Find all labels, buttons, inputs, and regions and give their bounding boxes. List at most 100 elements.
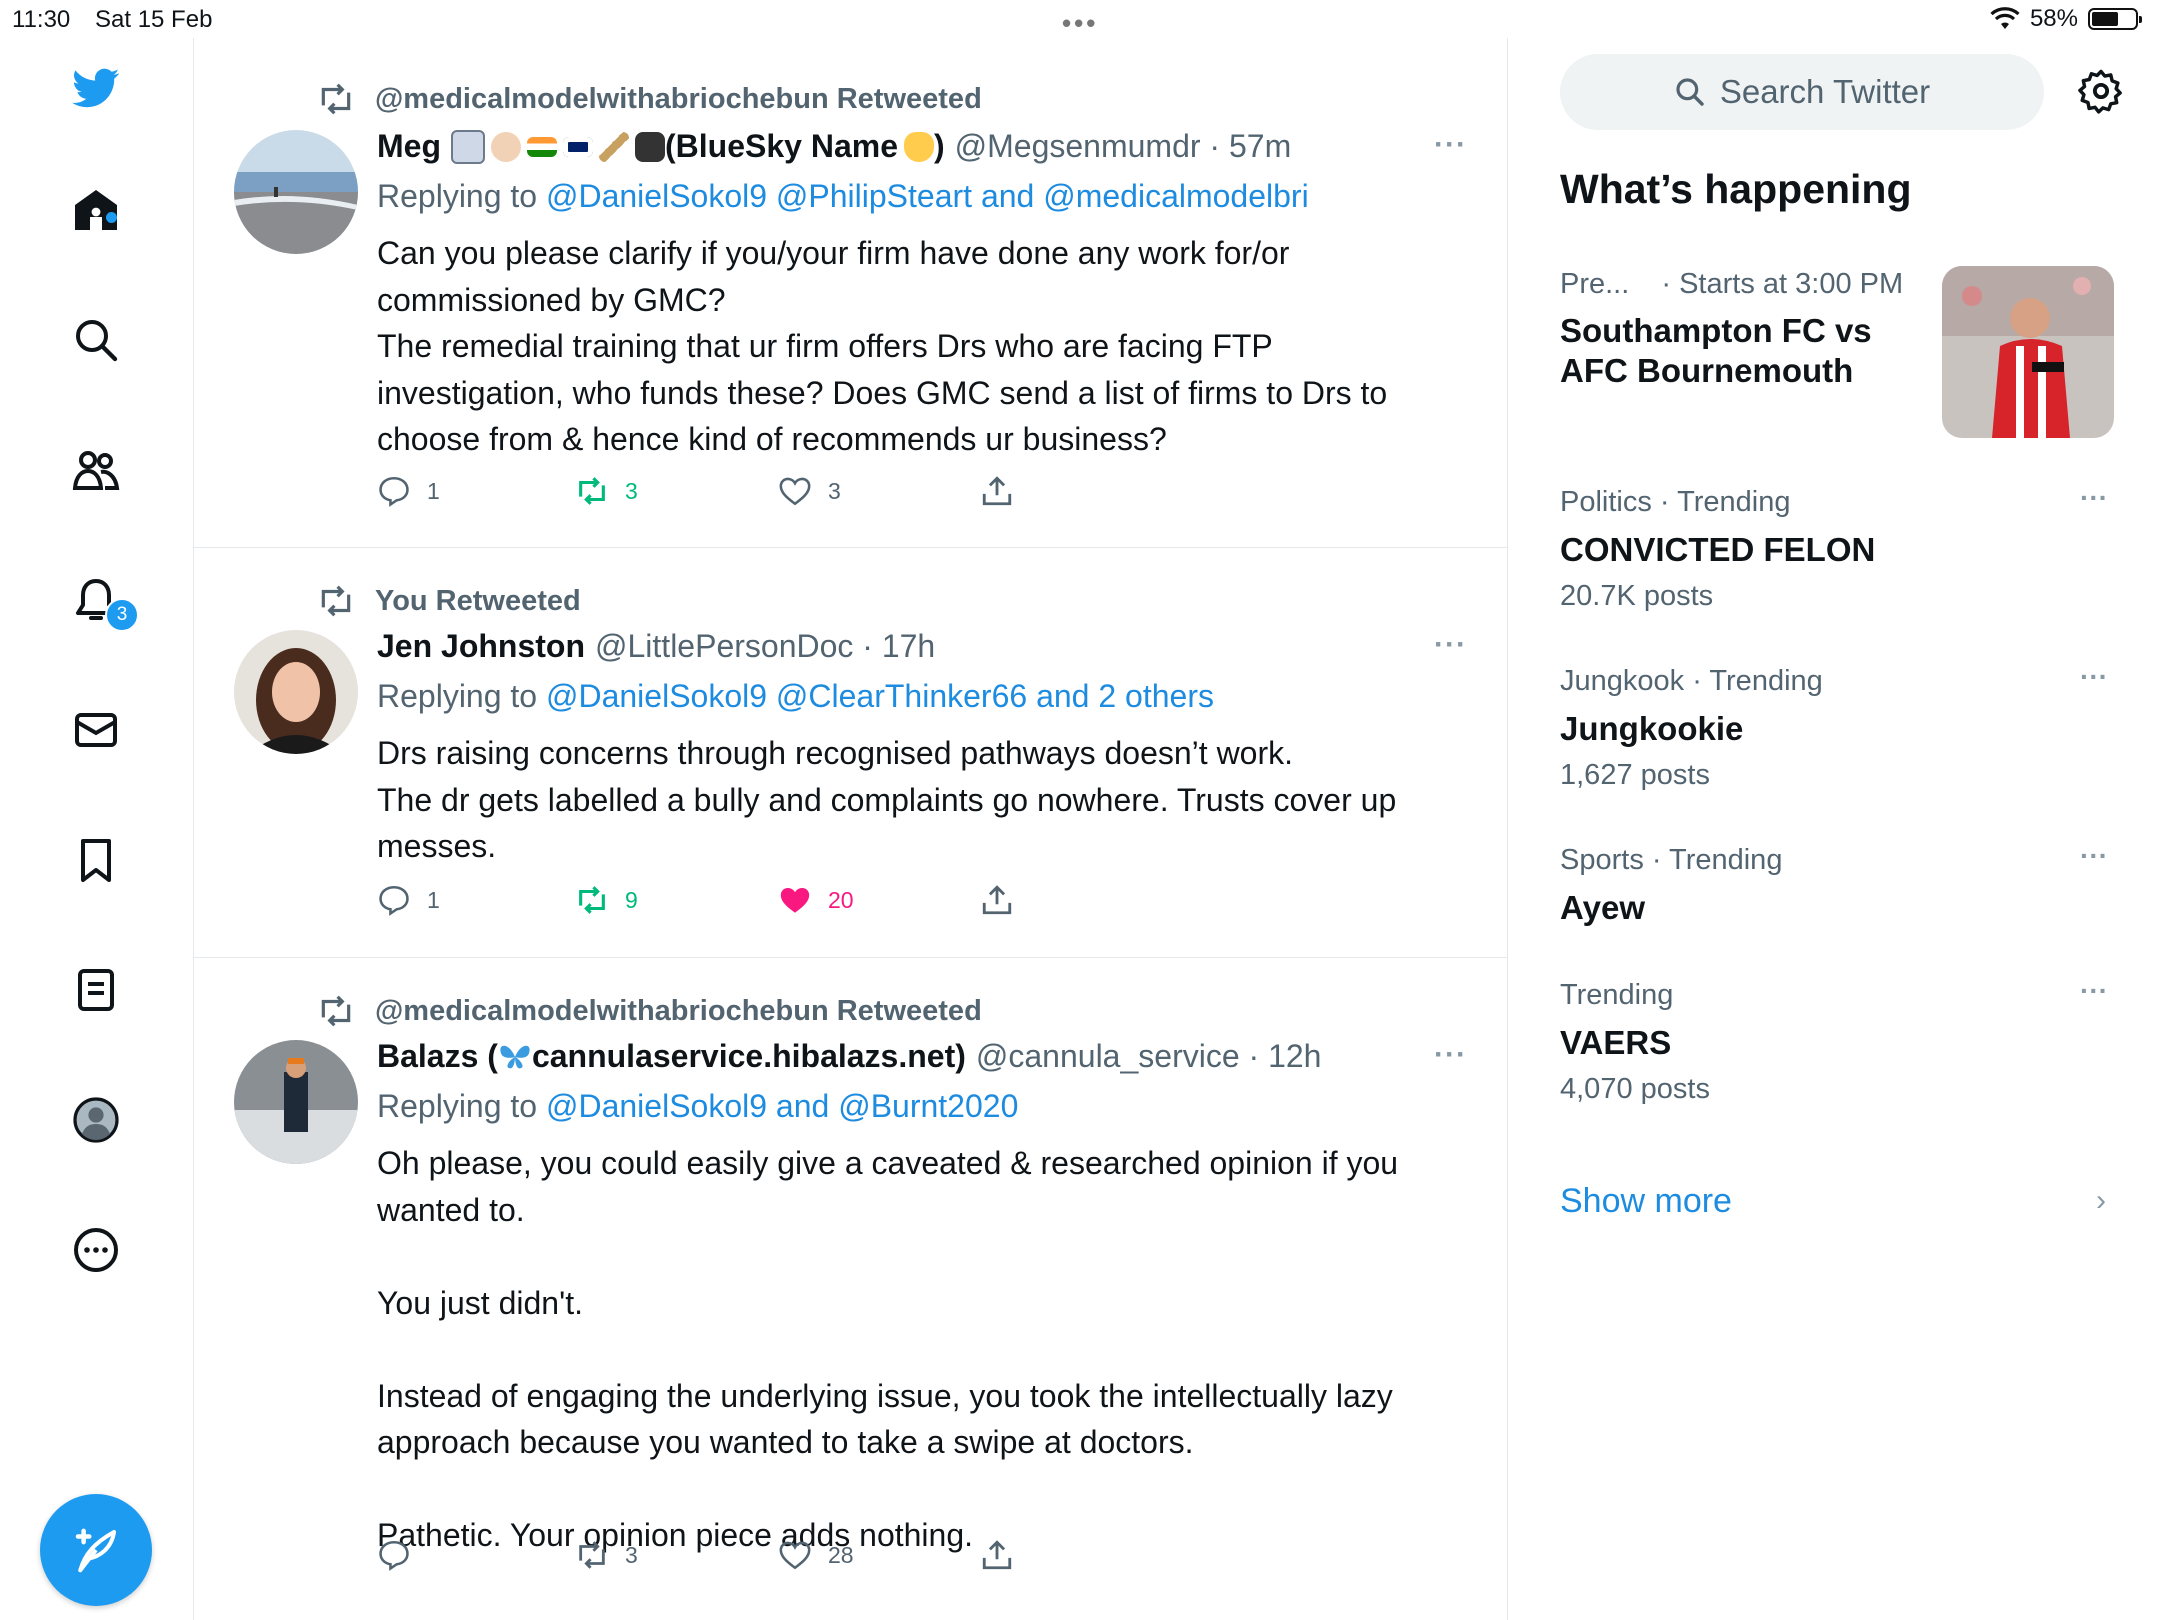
replying-prefix: Replying to bbox=[377, 178, 538, 214]
event-image bbox=[1942, 266, 2114, 438]
trend-title: CONVICTED FELON bbox=[1560, 531, 1876, 568]
author-name-suffix: cannulaservice.hibalazs.net) bbox=[531, 1038, 966, 1074]
trend-more-icon[interactable]: ··· bbox=[2080, 975, 2108, 1007]
bookmark-icon[interactable] bbox=[70, 834, 122, 886]
messages-envelope-icon[interactable] bbox=[70, 704, 122, 756]
retweet-icon bbox=[579, 886, 605, 914]
trend-more-icon[interactable]: ··· bbox=[2080, 482, 2108, 514]
reply-icon bbox=[379, 885, 409, 916]
author-name[interactable]: Balazs ( bbox=[377, 1038, 498, 1075]
trend-meta: Jungkook · Trending bbox=[1560, 665, 1823, 697]
tweet[interactable]: @medicalmodelwithabriochebun Retweeted B… bbox=[194, 958, 1507, 1620]
retweet-icon bbox=[579, 477, 605, 505]
trend-count: 20.7K posts bbox=[1560, 580, 1714, 612]
settings-gear-icon[interactable] bbox=[2078, 68, 2124, 114]
share-icon bbox=[982, 885, 1012, 915]
avatar[interactable] bbox=[234, 630, 358, 754]
author-name-close: ) bbox=[933, 128, 945, 164]
retweet-by-text: @medicalmodelwithabriochebun Retweeted bbox=[375, 994, 982, 1027]
heart-icon bbox=[779, 1541, 811, 1570]
tweet-more-icon[interactable]: ··· bbox=[1434, 628, 1467, 662]
share-button[interactable] bbox=[980, 883, 1014, 917]
home-icon[interactable] bbox=[70, 184, 122, 236]
replying-to: Replying to @DanielSokol9 and @Burnt2020 bbox=[377, 1088, 1018, 1125]
avatar[interactable] bbox=[234, 130, 358, 254]
tweet-text: Oh please, you could easily give a cavea… bbox=[377, 1145, 1399, 1553]
home-unread-dot bbox=[106, 212, 117, 223]
whats-happening-heading: What’s happening bbox=[1560, 166, 1912, 212]
trend-title: Jungkookie bbox=[1560, 710, 1744, 747]
event-time: · Starts at 3:00 PM bbox=[1661, 268, 1904, 300]
india-flag-icon bbox=[527, 136, 557, 157]
like-count: 3 bbox=[828, 477, 841, 504]
replying-to-links[interactable]: @DanielSokol9 and @Burnt2020 bbox=[546, 1088, 1018, 1124]
retweet-button[interactable]: 3 bbox=[575, 1538, 778, 1572]
retweet-icon bbox=[321, 585, 351, 617]
trend-more-icon[interactable]: ··· bbox=[2080, 661, 2108, 693]
author-handle-time[interactable]: @cannula_service · 12h bbox=[976, 1038, 1322, 1075]
retweet-button[interactable]: 9 bbox=[575, 883, 778, 917]
show-more-link[interactable]: Show more bbox=[1560, 1182, 1732, 1221]
retweet-by-text: @medicalmodelwithabriochebun Retweeted bbox=[375, 82, 982, 115]
trend-title: Ayew bbox=[1560, 889, 1645, 926]
search-icon bbox=[1676, 78, 1704, 106]
camera-emoji-icon bbox=[635, 131, 665, 162]
like-button[interactable]: 20 bbox=[778, 883, 980, 917]
avatar[interactable] bbox=[234, 1040, 358, 1164]
replying-to: Replying to @DanielSokol9 @ClearThinker6… bbox=[377, 678, 1214, 715]
like-button[interactable]: 28 bbox=[778, 1538, 980, 1572]
trend-meta: Politics · Trending bbox=[1560, 486, 1791, 518]
twitter-logo-icon[interactable] bbox=[70, 62, 122, 114]
chevron-right-icon: › bbox=[2096, 1184, 2106, 1217]
lists-icon[interactable] bbox=[70, 964, 122, 1016]
tweet[interactable]: You Retweeted Jen Johnston @LittlePerson… bbox=[194, 548, 1507, 958]
compose-tweet-button[interactable] bbox=[40, 1494, 152, 1606]
retweet-by-text: You Retweeted bbox=[375, 584, 581, 617]
trend-more-icon[interactable]: ··· bbox=[2080, 840, 2108, 872]
multitasking-dots-icon[interactable]: ••• bbox=[1062, 8, 1098, 39]
right-sidebar: Search Twitter What’s happening Pre... ·… bbox=[1508, 38, 2160, 1620]
butterfly-emoji-icon bbox=[500, 1045, 530, 1068]
timeline-feed: @medicalmodelwithabriochebun Retweeted M… bbox=[193, 38, 1508, 1620]
retweet-icon bbox=[579, 1541, 605, 1569]
uk-flag-icon bbox=[563, 136, 593, 157]
search-icon[interactable] bbox=[70, 314, 122, 366]
tweet-more-icon[interactable]: ··· bbox=[1434, 128, 1467, 162]
reply-button[interactable]: 1 bbox=[377, 474, 575, 508]
author-name[interactable]: Jen Johnston bbox=[377, 628, 585, 665]
reply-button[interactable] bbox=[377, 1538, 575, 1572]
author-handle-time[interactable]: @LittlePersonDoc · 17h bbox=[595, 628, 935, 665]
event-category: Pre... bbox=[1560, 268, 1630, 300]
author-handle-time[interactable]: @Megsenmumdr · 57m bbox=[955, 128, 1292, 165]
tweet[interactable]: @medicalmodelwithabriochebun Retweeted M… bbox=[194, 48, 1507, 548]
share-button[interactable] bbox=[980, 474, 1014, 508]
tweet-more-icon[interactable]: ··· bbox=[1434, 1038, 1467, 1072]
trend-count: 4,070 posts bbox=[1560, 1073, 1710, 1105]
reply-count: 1 bbox=[427, 477, 440, 504]
tweet-actions: 3 28 bbox=[377, 1538, 1014, 1572]
event-title-line1: Southampton FC vs bbox=[1560, 312, 1872, 349]
communities-icon[interactable] bbox=[70, 444, 122, 496]
reply-button[interactable]: 1 bbox=[377, 883, 575, 917]
status-date: Sat 15 Feb bbox=[95, 6, 213, 33]
share-button[interactable] bbox=[980, 1538, 1014, 1572]
replying-to-links[interactable]: @DanielSokol9 @ClearThinker66 and 2 othe… bbox=[546, 678, 1214, 714]
heart-icon bbox=[779, 477, 811, 506]
tweet-header: Meg (BlueSky Name ) @Megsenmumdr · 57m bbox=[377, 128, 1291, 165]
tweet-text: Drs raising concerns through recognised … bbox=[377, 735, 1397, 864]
profile-avatar-icon[interactable] bbox=[70, 1094, 122, 1146]
status-time: 11:30 bbox=[12, 6, 71, 33]
compose-feather-icon bbox=[75, 1528, 117, 1573]
more-options-icon[interactable] bbox=[70, 1224, 122, 1276]
tweet-text: Can you please clarify if you/your firm … bbox=[377, 235, 1388, 457]
retweet-icon bbox=[321, 995, 351, 1027]
like-button[interactable]: 3 bbox=[778, 474, 980, 508]
status-right: 58% bbox=[1990, 5, 2142, 33]
tweet-header: Jen Johnston @LittlePersonDoc · 17h bbox=[377, 628, 935, 665]
replying-to-links[interactable]: @DanielSokol9 @PhilipSteart and @medical… bbox=[546, 178, 1309, 214]
trend-title: VAERS bbox=[1560, 1024, 1672, 1061]
search-input[interactable]: Search Twitter bbox=[1560, 54, 2044, 130]
retweet-button[interactable]: 3 bbox=[575, 474, 778, 508]
author-name[interactable]: Meg bbox=[377, 128, 441, 165]
tweet-actions: 1 9 20 bbox=[377, 883, 1014, 917]
